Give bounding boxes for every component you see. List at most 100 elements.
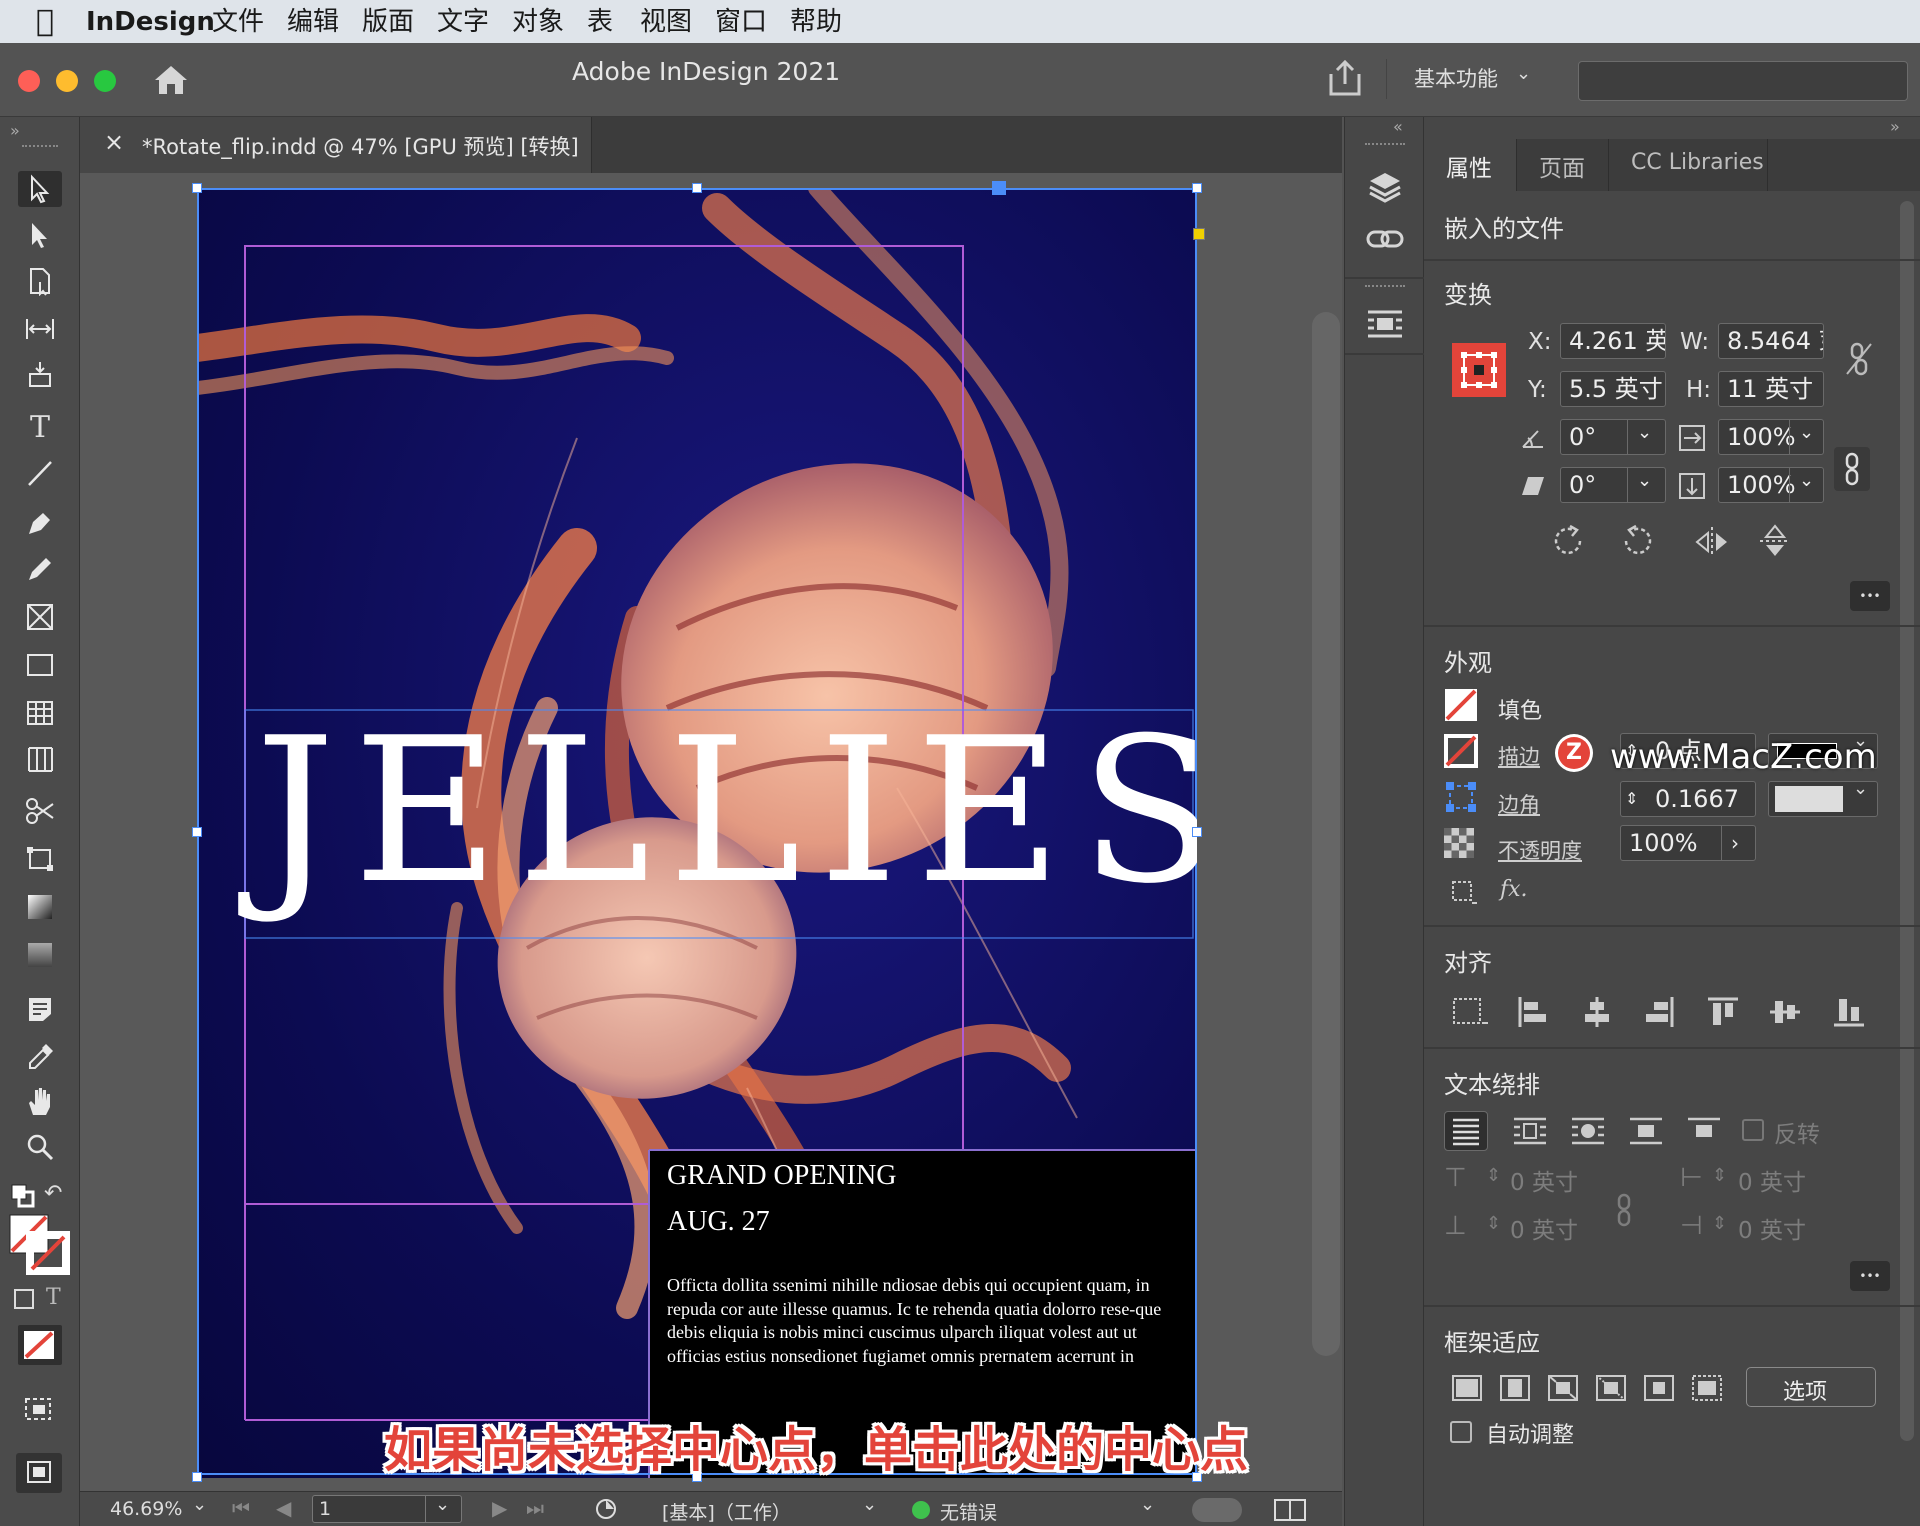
scale-x-chevron-down-icon[interactable]: ⌄ [1799,420,1814,450]
top-offset-stepper-icon[interactable]: ⇕ [1486,1165,1501,1186]
scale-y-input[interactable]: 100% ⌄ [1718,467,1824,503]
pencil-tool-icon[interactable] [18,551,62,587]
jump-object-icon[interactable] [1626,1113,1666,1149]
links-icon[interactable] [1365,225,1405,253]
align-bottom-edges-icon[interactable] [1832,995,1866,1029]
line-tool-icon[interactable] [18,455,62,491]
handle-middle-left[interactable] [192,827,202,837]
horizontal-scrollbar[interactable] [1192,1498,1242,1522]
next-page-icon[interactable]: ▶ [492,1496,507,1520]
fill-stroke-swatch-icon[interactable] [8,1213,70,1275]
document-tab[interactable]: × *Rotate_flip.indd @ 47% [GPU 预览] [转换] [80,117,592,173]
bottom-offset-value[interactable]: 0 英寸 [1510,1211,1578,1245]
note-tool-icon[interactable] [18,991,62,1027]
menu-window[interactable]: 窗口 [715,5,767,39]
body-copy-text[interactable]: Officta dollita ssenimi nihille ndiosae … [667,1274,1189,1368]
align-horizontal-centers-icon[interactable] [1580,995,1614,1029]
table-tool-icon[interactable] [18,695,62,731]
corner-shape-chevron-down-icon[interactable]: ⌄ [1853,778,1868,799]
dock-grip[interactable] [1365,143,1405,147]
handle-top-left[interactable] [192,183,202,193]
collapse-tools-icon[interactable]: » [10,121,20,140]
formatting-text-icon[interactable]: T [46,1285,61,1310]
handle-middle-right[interactable] [1192,827,1202,837]
rotation-chevron-down-icon[interactable]: ⌄ [1637,420,1652,450]
rectangle-tool-icon[interactable] [18,647,62,683]
opacity-chevron-right-icon[interactable]: › [1731,826,1739,860]
auto-fit-checkbox[interactable] [1450,1421,1472,1443]
opacity-input[interactable]: 100% › [1620,825,1756,861]
free-transform-tool-icon[interactable] [18,841,62,877]
right-offset-stepper-icon[interactable]: ⇕ [1712,1213,1727,1234]
formatting-container-icon[interactable] [14,1289,34,1309]
page-chevron-down-icon[interactable]: ⌄ [435,1494,450,1515]
align-top-edges-icon[interactable] [1706,995,1740,1029]
preflight-status[interactable]: 无错误 [940,1498,997,1525]
fit-content-to-frame-icon[interactable] [1594,1371,1628,1405]
handle-top-right[interactable] [1192,183,1202,193]
tools-grip[interactable] [22,145,58,151]
document-page[interactable]: JELLIES GRAND OPENING AUG. 27 Officta do… [197,188,1197,1478]
scale-y-chevron-down-icon[interactable]: ⌄ [1799,468,1814,498]
handle-top-center[interactable] [692,183,702,193]
screen-mode-icon[interactable] [22,1395,58,1425]
close-window-button[interactable] [18,70,40,92]
object-effects-icon[interactable] [1450,879,1480,909]
content-grabber-handle[interactable] [992,181,1006,195]
corner-options-icon[interactable] [1444,780,1478,814]
shear-input[interactable]: 0° ⌄ [1560,467,1666,503]
layout-status[interactable]: [基本]（工作） [662,1498,791,1525]
height-input[interactable]: 11 英寸 [1718,371,1824,407]
opacity-link[interactable]: 不透明度 [1498,835,1582,865]
preflight-chevron-down-icon[interactable]: ⌄ [1140,1494,1155,1515]
stroke-link[interactable]: 描边 [1498,741,1540,771]
text-wrap-more-options-button[interactable]: ••• [1850,1261,1890,1291]
selection-tool-icon[interactable] [18,171,62,207]
offset-link-icon[interactable] [1610,1191,1638,1229]
rotation-input[interactable]: 0° ⌄ [1560,419,1666,455]
swap-fill-stroke-icon[interactable]: ↶ [44,1181,62,1206]
flip-horizontal-icon[interactable] [1694,525,1730,559]
y-position-input[interactable]: 5.5 英寸 [1560,371,1666,407]
menu-object[interactable]: 对象 [512,5,564,39]
align-to-selection-icon[interactable] [1450,995,1490,1029]
align-vertical-centers-icon[interactable] [1768,995,1802,1029]
dock-grip-2[interactable] [1365,285,1405,289]
corner-size-input[interactable]: ⇕ 0.1667 [1620,781,1756,817]
scissors-tool-icon[interactable] [18,793,62,829]
share-icon[interactable] [1326,58,1364,98]
home-icon[interactable] [152,63,190,97]
zoom-level[interactable]: 46.69% [110,1498,182,1520]
layout-chevron-down-icon[interactable]: ⌄ [862,1494,877,1515]
search-input[interactable] [1578,61,1908,101]
date-text[interactable]: AUG. 27 [667,1206,770,1238]
scale-x-input[interactable]: 100% ⌄ [1718,419,1824,455]
layers-icon[interactable] [1367,169,1403,205]
zoom-tool-icon[interactable] [18,1129,62,1165]
pen-tool-icon[interactable] [18,505,62,541]
menu-help[interactable]: 帮助 [790,5,842,39]
flip-vertical-icon[interactable] [1758,523,1792,559]
tab-properties[interactable]: 属性 [1424,139,1516,191]
left-offset-stepper-icon[interactable]: ⇕ [1712,1165,1727,1186]
tab-pages[interactable]: 页面 [1516,139,1608,191]
corner-size-stepper-icon[interactable]: ⇕ [1625,782,1638,816]
grand-opening-text[interactable]: GRAND OPENING [667,1160,896,1192]
default-fill-stroke-icon[interactable] [10,1183,36,1209]
left-offset-value[interactable]: 0 英寸 [1738,1163,1806,1197]
tab-cc-libraries[interactable]: CC Libraries [1608,139,1768,191]
width-input[interactable]: 8.5464 芽 [1718,323,1824,359]
canvas-vertical-scrollbar[interactable] [1312,312,1340,1356]
wrap-bounding-box-icon[interactable] [1510,1113,1550,1149]
menu-app-name[interactable]: InDesign [86,5,215,39]
bottom-offset-stepper-icon[interactable]: ⇕ [1486,1213,1501,1234]
stroke-swatch-icon[interactable] [1444,734,1478,768]
close-tab-icon[interactable]: × [104,128,124,156]
menu-layout[interactable]: 版面 [362,5,414,39]
x-position-input[interactable]: 4.261 英 [1560,323,1666,359]
frame-fitting-options-button[interactable]: 选项 [1746,1367,1876,1407]
live-corner-handle[interactable] [1193,228,1205,240]
menu-view[interactable]: 视图 [640,5,692,39]
right-offset-value[interactable]: 0 英寸 [1738,1211,1806,1245]
workspace-switcher[interactable]: 基本功能 [1414,63,1498,93]
